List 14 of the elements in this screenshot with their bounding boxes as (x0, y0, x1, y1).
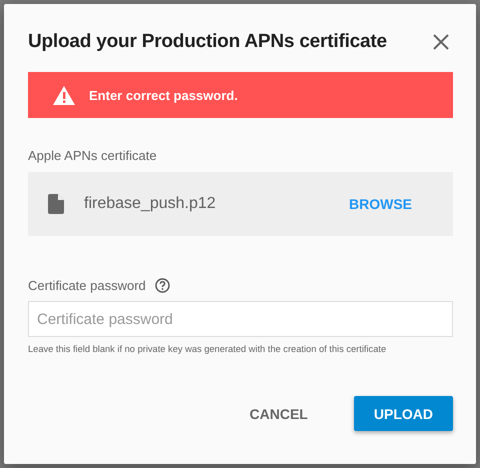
field-label: Apple APNs certificate (28, 148, 158, 163)
helper-text: Leave this field blank if no private key was generated with the creation of this certificate (28, 344, 388, 354)
dialog-title: Upload your Production APNs certificate (28, 31, 387, 53)
password-field[interactable]: Certificate password (28, 301, 453, 337)
browse-button[interactable]: BROWSE (339, 190, 422, 218)
upload-button[interactable]: UPLOAD (354, 396, 453, 431)
file-name: firebase_push.p12 (84, 195, 217, 213)
help-icon[interactable] (154, 278, 170, 293)
error-message: Enter correct password. (89, 88, 238, 102)
close-icon[interactable] (433, 34, 449, 50)
cancel-button[interactable]: CANCEL (230, 396, 328, 431)
file-icon (48, 194, 64, 214)
field-label: Certificate password (28, 278, 146, 293)
warning-icon (53, 86, 75, 104)
